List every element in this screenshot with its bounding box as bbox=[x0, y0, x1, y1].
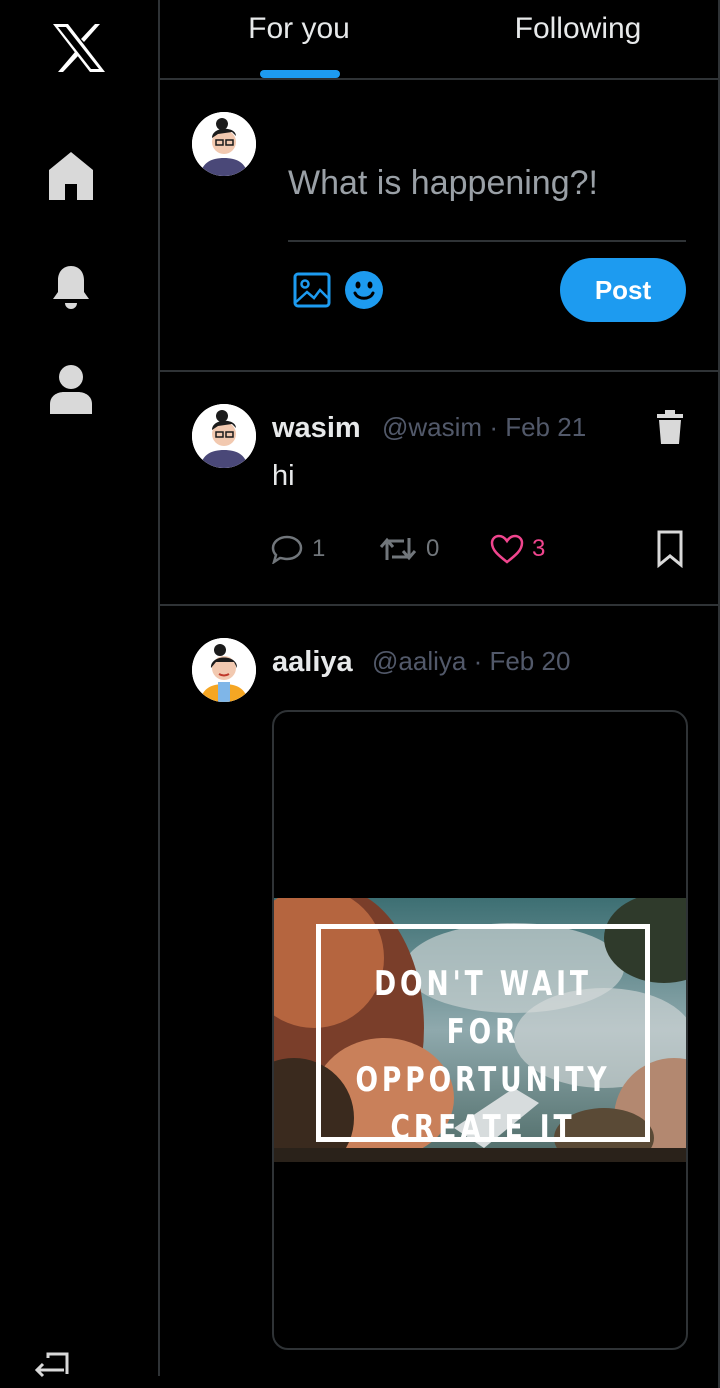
bookmark-icon[interactable] bbox=[656, 530, 684, 569]
image-icon[interactable] bbox=[292, 270, 332, 310]
x-logo-icon[interactable] bbox=[50, 22, 108, 74]
post-date: Feb 21 bbox=[505, 412, 587, 442]
repost-button[interactable]: 0 bbox=[378, 532, 439, 566]
compose-divider bbox=[288, 240, 686, 242]
post-item[interactable]: wasim @wasim · Feb 21 hi 1 0 3 bbox=[160, 372, 718, 606]
post-item[interactable]: aaliya @aaliya · Feb 20 DON'T WAIT FOR O… bbox=[160, 606, 718, 1388]
compose-input[interactable] bbox=[288, 110, 684, 256]
feed-tabs: For you Following bbox=[160, 0, 718, 80]
poster-line: OPPORTUNITY bbox=[355, 1060, 611, 1100]
post-date: Feb 20 bbox=[489, 646, 571, 676]
bell-icon[interactable] bbox=[44, 260, 98, 314]
post-meta: @aaliya · Feb 20 bbox=[372, 646, 570, 677]
meta-separator: · bbox=[473, 646, 490, 676]
reply-count: 1 bbox=[312, 535, 326, 562]
reply-button[interactable]: 1 bbox=[270, 532, 325, 566]
user-icon[interactable] bbox=[44, 362, 98, 416]
author-name[interactable]: wasim bbox=[272, 412, 361, 445]
home-icon[interactable] bbox=[44, 148, 98, 202]
poster-line: DON'T WAIT FOR bbox=[374, 964, 592, 1052]
meta-separator: · bbox=[489, 412, 506, 442]
post-text: hi bbox=[272, 460, 295, 492]
post-media-card[interactable]: DON'T WAIT FOR OPPORTUNITY CREATE IT bbox=[272, 710, 688, 1350]
post-meta: @wasim · Feb 21 bbox=[382, 412, 586, 443]
repost-count: 0 bbox=[426, 535, 440, 562]
author-handle[interactable]: @wasim bbox=[382, 412, 482, 442]
poster-text: DON'T WAIT FOR OPPORTUNITY CREATE IT bbox=[353, 960, 614, 1152]
main-feed: For you Following What is happening?! Po… bbox=[160, 0, 720, 1388]
avatar[interactable] bbox=[192, 404, 256, 468]
post-image[interactable]: DON'T WAIT FOR OPPORTUNITY CREATE IT bbox=[274, 898, 686, 1162]
like-count: 3 bbox=[532, 535, 546, 562]
tab-for-you[interactable]: For you bbox=[220, 0, 378, 78]
emoji-icon[interactable] bbox=[344, 270, 384, 310]
tab-following[interactable]: Following bbox=[500, 0, 656, 78]
post-button[interactable]: Post bbox=[560, 258, 686, 322]
sidebar bbox=[0, 0, 160, 1378]
active-tab-indicator bbox=[260, 70, 340, 78]
avatar[interactable] bbox=[192, 112, 256, 176]
poster-line: CREATE IT bbox=[390, 1108, 576, 1148]
like-button[interactable]: 3 bbox=[490, 532, 545, 566]
heart-icon bbox=[490, 534, 524, 564]
comment-icon bbox=[271, 535, 303, 564]
trash-icon[interactable] bbox=[656, 410, 684, 444]
composer: Post bbox=[160, 80, 718, 372]
author-handle[interactable]: @aaliya bbox=[372, 646, 466, 676]
logout-icon[interactable] bbox=[34, 1352, 70, 1378]
repost-icon bbox=[379, 537, 417, 561]
author-name[interactable]: aaliya bbox=[272, 646, 353, 679]
avatar[interactable] bbox=[192, 638, 256, 702]
